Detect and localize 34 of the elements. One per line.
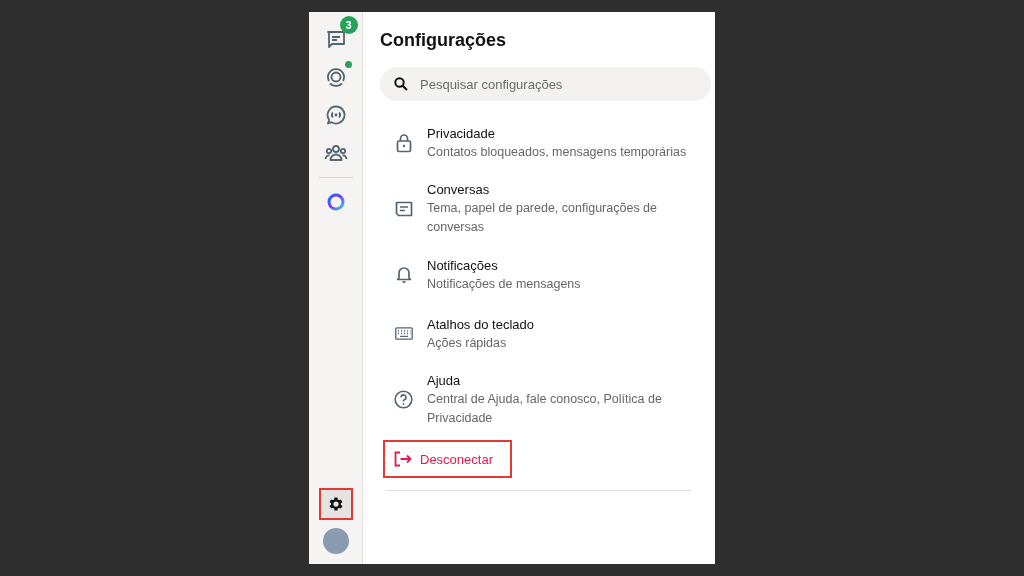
logout-icon [393, 451, 412, 467]
status-icon [324, 66, 347, 88]
chat-icon [325, 29, 346, 49]
item-subtitle: Contatos bloqueados, mensagens temporárias [427, 143, 688, 161]
search-field[interactable]: Pesquisar configurações [420, 67, 697, 101]
logout-button[interactable]: Desconectar [383, 440, 512, 478]
search-icon [394, 77, 408, 91]
avatar[interactable] [322, 528, 349, 554]
help-icon [394, 390, 413, 409]
item-title: Atalhos do teclado [427, 315, 535, 334]
lock-icon [395, 132, 412, 153]
item-subtitle: Tema, papel de parede, configurações de conversas [427, 200, 659, 236]
settings-button[interactable] [318, 488, 353, 520]
unread-badge: 3 [339, 16, 358, 34]
settings-item[interactable]: Conversas Tema, papel de parede, configurações de conversas [380, 172, 711, 245]
bell-icon [395, 265, 412, 284]
settings-item[interactable]: Notificações Notificações de mensagens [380, 245, 711, 304]
people-icon [323, 143, 348, 163]
search-bar[interactable]: Pesquisar configurações [380, 67, 711, 101]
settings-item[interactable]: Atalhos do teclado Ações rápidas [380, 304, 711, 363]
item-title: Ajuda [427, 372, 462, 390]
item-title: Conversas [427, 181, 491, 199]
chat-icon [394, 200, 413, 217]
item-title: Privacidade [427, 124, 496, 143]
channels-icon [324, 104, 347, 126]
item-subtitle: Notificações de mensagens [427, 275, 582, 293]
ring-icon [325, 192, 346, 212]
item-subtitle: Ações rápidas [427, 334, 508, 352]
item-subtitle: Central de Ajuda, fale conosco, Política de Privacidade [427, 391, 663, 427]
item-title: Notificações [427, 256, 499, 275]
keyboard-icon [394, 327, 413, 340]
settings-item[interactable]: Ajuda Central de Ajuda, fale conosco, Política de Privacidade [380, 363, 711, 436]
settings-item[interactable]: Privacidade Contatos bloqueados, mensagens temporárias [380, 113, 711, 172]
panel-title: Configurações [380, 30, 508, 51]
